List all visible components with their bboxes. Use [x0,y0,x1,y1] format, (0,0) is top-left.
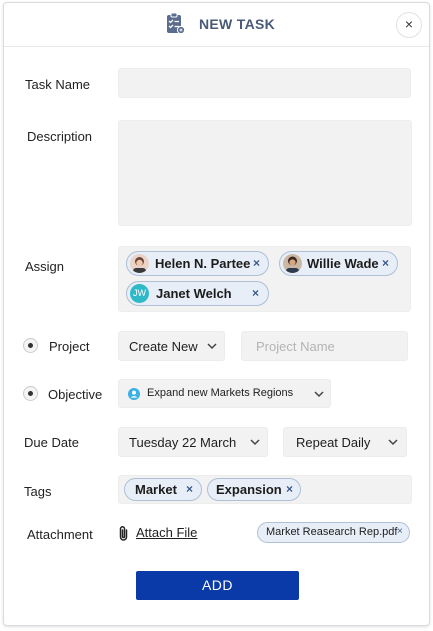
assignee-name: Willie Wade [307,256,379,271]
remove-attachment-icon[interactable]: × [397,526,403,537]
attach-file-link[interactable]: Attach File [136,525,197,540]
remove-assignee-icon[interactable]: × [382,256,389,270]
assign-label: Assign [25,259,65,274]
clipboard-icon [167,12,185,34]
avatar [283,254,302,273]
assignee-chip: JW Janet Welch × [126,281,269,306]
chevron-down-icon [314,391,324,398]
tag-chip: Expansion × [207,478,301,501]
attachment-file-name: Market Reasearch Rep.pdf [266,526,398,538]
description-label: Description [27,129,93,144]
tag-label: Expansion [216,482,282,497]
objective-label: Objective [48,387,103,402]
modal-header: NEW TASK × [4,3,429,47]
project-select-value: Create New [129,339,198,354]
objective-radio[interactable] [23,386,38,401]
remove-assignee-icon[interactable]: × [253,256,260,270]
avatar [130,254,149,273]
project-name-placeholder: Project Name [256,339,335,354]
user-icon [128,388,140,400]
add-button[interactable]: ADD [136,571,299,600]
due-date-label: Due Date [24,435,79,450]
repeat-value: Repeat Daily [296,435,371,450]
tag-chip: Market × [124,478,202,501]
attachment-chip: Market Reasearch Rep.pdf × [257,522,410,543]
tag-label: Market [135,482,177,497]
project-radio[interactable] [23,338,38,353]
assignee-name: Janet Welch [156,286,232,301]
chevron-down-icon [388,439,398,446]
remove-tag-icon[interactable]: × [286,482,293,496]
remove-tag-icon[interactable]: × [186,482,193,496]
objective-value: Expand new Markets Regions [147,387,294,399]
due-date-select[interactable]: Tuesday 22 March [118,427,268,457]
new-task-modal: NEW TASK × Task Name Description Assign … [3,2,430,626]
tags-label: Tags [24,484,52,499]
task-name-label: Task Name [25,77,91,92]
remove-assignee-icon[interactable]: × [252,286,259,300]
objective-select[interactable]: Expand new Markets Regions [118,379,331,408]
assignee-chip: Helen N. Partee × [126,251,269,276]
assignee-chip: Willie Wade × [279,251,398,276]
close-button[interactable]: × [396,12,422,38]
avatar-initials: JW [130,284,149,303]
description-textarea[interactable] [118,120,412,226]
repeat-select[interactable]: Repeat Daily [283,427,407,457]
assignee-name: Helen N. Partee [155,256,251,271]
chevron-down-icon [207,343,217,350]
due-date-value: Tuesday 22 March [129,435,237,450]
project-name-input[interactable]: Project Name [241,331,408,361]
chevron-down-icon [250,439,260,446]
close-icon: × [404,16,414,32]
project-select[interactable]: Create New [118,331,225,361]
task-name-input[interactable] [118,68,411,98]
paperclip-icon [119,526,128,541]
project-label: Project [49,339,90,354]
attachment-label: Attachment [27,527,93,542]
modal-title: NEW TASK [199,16,276,32]
